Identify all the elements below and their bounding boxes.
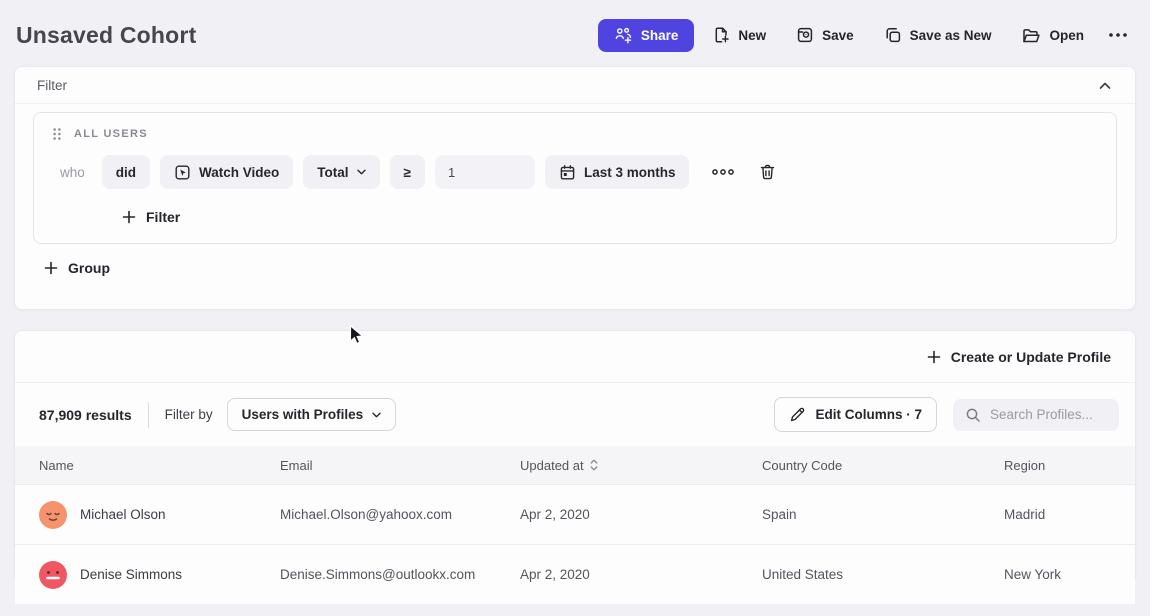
ellipsis-icon	[1108, 32, 1128, 38]
plus-icon	[122, 210, 136, 224]
chevron-down-icon	[357, 169, 366, 175]
save-button-label: Save	[822, 28, 854, 43]
edit-columns-label: Edit Columns · 7	[815, 407, 922, 422]
event-chip[interactable]: Watch Video	[160, 155, 293, 189]
group-label: ALL USERS	[74, 128, 148, 140]
profile-name: Michael Olson	[80, 507, 166, 522]
date-range-chip-label: Last 3 months	[584, 165, 676, 180]
results-count: 87,909 results	[39, 407, 132, 423]
who-label: who	[60, 165, 85, 180]
column-header-email[interactable]: Email	[280, 458, 520, 473]
filter-panel-title: Filter	[37, 78, 67, 93]
group-header: ALL USERS	[50, 127, 1100, 141]
filter-panel: Filter ALL USERS	[14, 66, 1136, 310]
more-actions-button[interactable]	[1102, 24, 1134, 46]
operator-chip-label: ≥	[404, 165, 411, 180]
event-icon	[174, 164, 191, 181]
filter-condition-row: who did Watch Video Total	[50, 155, 1100, 189]
condition-options-button[interactable]	[707, 164, 739, 180]
new-document-icon	[712, 26, 730, 44]
aggregation-chip[interactable]: Total	[303, 155, 379, 189]
save-as-new-button-label: Save as New	[910, 28, 992, 43]
results-toolbar: 87,909 results Filter by Users with Prof…	[15, 383, 1135, 446]
filter-panel-body: ALL USERS who did Watch Video	[15, 104, 1135, 276]
profile-email: Michael.Olson@yahoox.com	[280, 507, 520, 522]
avatar	[39, 501, 67, 529]
avatar	[39, 561, 67, 589]
did-chip[interactable]: did	[102, 155, 150, 189]
pencil-icon	[789, 406, 806, 423]
profile-filter-dropdown[interactable]: Users with Profiles	[227, 398, 397, 431]
chevron-down-icon	[372, 412, 381, 418]
column-header-updated-at[interactable]: Updated at	[520, 458, 762, 473]
profiles-panel: Create or Update Profile 87,909 results …	[14, 330, 1136, 578]
create-profile-row: Create or Update Profile	[15, 331, 1135, 383]
chevron-up-icon	[1099, 82, 1111, 90]
did-chip-label: did	[116, 165, 136, 180]
profiles-search-input[interactable]	[990, 407, 1100, 422]
plus-icon	[44, 261, 58, 275]
profile-region: New York	[1004, 567, 1135, 582]
save-button[interactable]: Save	[784, 18, 866, 52]
create-or-update-profile-label: Create or Update Profile	[951, 349, 1111, 365]
table-row[interactable]: Michael Olson Michael.Olson@yahoox.com A…	[15, 484, 1135, 544]
profile-name-cell: Denise Simmons	[15, 561, 280, 589]
column-header-region[interactable]: Region	[1004, 458, 1135, 473]
date-range-chip[interactable]: Last 3 months	[545, 155, 690, 189]
options-dots-icon	[711, 168, 735, 176]
profile-country-code: United States	[762, 567, 1004, 582]
open-button[interactable]: Open	[1009, 19, 1096, 52]
page-title: Unsaved Cohort	[16, 22, 196, 49]
search-icon	[965, 407, 981, 423]
new-button-label: New	[738, 28, 766, 43]
profiles-table-header: Name Email Updated at Country Code Regio…	[15, 446, 1135, 484]
calendar-icon	[559, 164, 576, 181]
share-users-icon	[614, 27, 633, 44]
aggregation-chip-label: Total	[317, 165, 348, 180]
new-button[interactable]: New	[700, 18, 778, 52]
delete-condition-button[interactable]	[755, 159, 780, 185]
add-group-label: Group	[68, 260, 110, 276]
profile-country-code: Spain	[762, 507, 1004, 522]
sort-icon[interactable]	[590, 459, 598, 471]
add-filter-label: Filter	[146, 209, 180, 225]
add-filter-button[interactable]: Filter	[122, 209, 180, 225]
edit-columns-button[interactable]: Edit Columns · 7	[774, 397, 937, 432]
share-button-label: Share	[641, 28, 679, 43]
filter-by-label: Filter by	[165, 407, 213, 422]
profile-updated-at: Apr 2, 2020	[520, 507, 762, 522]
event-chip-label: Watch Video	[199, 165, 279, 180]
trash-icon	[759, 163, 776, 181]
share-button[interactable]: Share	[598, 19, 695, 52]
profile-email: Denise.Simmons@outlookx.com	[280, 567, 520, 582]
create-or-update-profile-button[interactable]: Create or Update Profile	[927, 349, 1111, 365]
vertical-divider	[148, 402, 149, 428]
plus-icon	[927, 350, 941, 364]
drag-handle-icon[interactable]	[52, 127, 62, 141]
header-actions: Share New Save	[598, 18, 1134, 52]
copy-icon	[884, 26, 902, 44]
profile-name: Denise Simmons	[80, 567, 182, 582]
table-row[interactable]: Denise Simmons Denise.Simmons@outlookx.c…	[15, 544, 1135, 604]
add-group-button[interactable]: Group	[44, 260, 110, 276]
folder-open-icon	[1021, 27, 1041, 44]
profile-name-cell: Michael Olson	[15, 501, 280, 529]
profile-region: Madrid	[1004, 507, 1135, 522]
operator-chip[interactable]: ≥	[390, 155, 425, 189]
column-header-name[interactable]: Name	[15, 458, 280, 473]
collapse-filter-button[interactable]	[1097, 80, 1113, 92]
save-as-new-button[interactable]: Save as New	[872, 18, 1004, 52]
cohort-group-card: ALL USERS who did Watch Video	[33, 112, 1117, 244]
filter-panel-header: Filter	[15, 67, 1135, 104]
app-header: Unsaved Cohort Share	[0, 0, 1150, 66]
profiles-search-box[interactable]	[953, 399, 1119, 431]
profile-filter-dropdown-value: Users with Profiles	[242, 407, 364, 422]
profile-updated-at: Apr 2, 2020	[520, 567, 762, 582]
column-header-country-code[interactable]: Country Code	[762, 458, 1004, 473]
open-button-label: Open	[1049, 28, 1084, 43]
threshold-value-input[interactable]	[435, 155, 535, 189]
save-icon	[796, 26, 814, 44]
